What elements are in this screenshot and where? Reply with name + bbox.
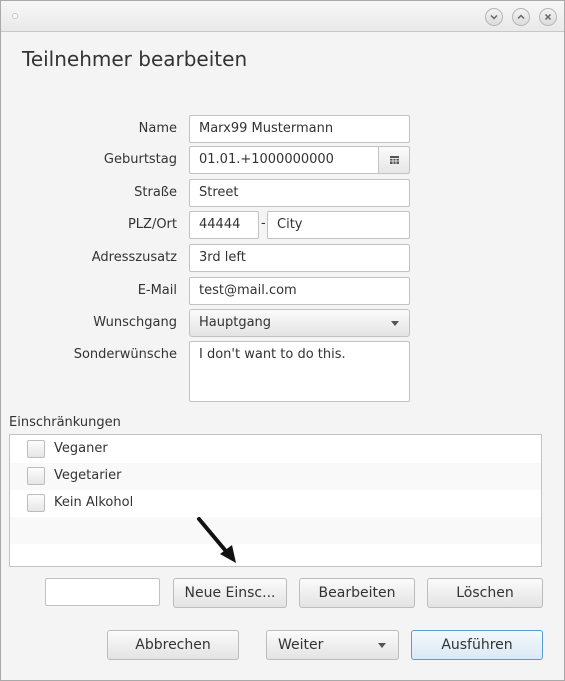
special-wishes-label: Sonderwünsche xyxy=(73,347,177,362)
close-button[interactable] xyxy=(539,8,557,26)
name-label: Name xyxy=(138,121,177,136)
list-item-label: Kein Alkohol xyxy=(54,495,134,510)
kein-alkohol-checkbox[interactable] xyxy=(27,494,45,512)
close-icon xyxy=(544,13,552,21)
restrictions-label: Einschränkungen xyxy=(9,415,121,430)
next-button-label: Weiter xyxy=(278,637,324,653)
maximize-button[interactable] xyxy=(512,8,530,26)
birthday-label: Geburtstag xyxy=(103,152,177,167)
course-wish-label: Wunschgang xyxy=(93,315,177,330)
list-item[interactable]: Vegetarier xyxy=(10,463,541,490)
chevron-down-icon xyxy=(391,321,399,326)
page-title: Teilnehmer bearbeiten xyxy=(22,47,248,71)
next-split-button[interactable]: Weiter xyxy=(266,630,399,660)
email-field[interactable]: test@mail.com xyxy=(189,277,410,305)
cancel-button[interactable]: Abbrechen xyxy=(107,630,239,660)
list-item[interactable]: Veganer xyxy=(10,436,541,463)
name-field[interactable]: Marx99 Mustermann xyxy=(189,115,410,143)
course-wish-value: Hauptgang xyxy=(199,315,272,330)
plz-field[interactable]: 44444 xyxy=(189,211,259,239)
edit-button[interactable]: Bearbeiten xyxy=(299,578,415,608)
list-item-label: Vegetarier xyxy=(54,468,122,483)
window-menu-icon[interactable] xyxy=(12,13,18,19)
arrow-icon xyxy=(197,517,236,563)
veganer-checkbox[interactable] xyxy=(27,440,45,458)
empty-list-row xyxy=(10,517,541,544)
plz-separator: - xyxy=(261,216,266,231)
vegetarier-checkbox[interactable] xyxy=(27,467,45,485)
execute-button[interactable]: Ausführen xyxy=(411,630,543,660)
chevron-down-icon[interactable] xyxy=(378,643,386,648)
city-field[interactable]: City xyxy=(267,211,410,239)
date-picker-button[interactable] xyxy=(378,146,410,174)
list-item-label: Veganer xyxy=(54,441,108,456)
address-extra-field[interactable]: 3rd left xyxy=(189,244,410,272)
street-field[interactable]: Street xyxy=(189,179,410,207)
email-label: E-Mail xyxy=(137,283,177,298)
plz-ort-label: PLZ/Ort xyxy=(127,217,177,232)
course-wish-select[interactable]: Hauptgang xyxy=(189,309,410,337)
birthday-field[interactable]: 01.01.+1000000000 xyxy=(189,146,379,174)
calendar-icon xyxy=(390,156,399,164)
street-label: Straße xyxy=(134,185,177,200)
special-wishes-textarea[interactable]: I don't want to do this. xyxy=(189,341,410,402)
chevron-down-icon xyxy=(490,14,498,20)
chevron-up-icon xyxy=(517,14,525,20)
empty-list-row xyxy=(10,544,541,566)
dialog-window: Teilnehmer bearbeiten Name Marx99 Muster… xyxy=(0,0,565,681)
list-item[interactable]: Kein Alkohol xyxy=(10,490,541,517)
delete-button[interactable]: Löschen xyxy=(427,578,543,608)
restrictions-list[interactable]: Veganer Vegetarier Kein Alkohol xyxy=(9,434,542,567)
new-restriction-button[interactable]: Neue Einsc... xyxy=(173,578,287,608)
title-bar[interactable] xyxy=(1,1,564,32)
new-restriction-input[interactable] xyxy=(45,578,160,606)
minimize-button[interactable] xyxy=(485,8,503,26)
address-extra-label: Adresszusatz xyxy=(91,250,177,265)
